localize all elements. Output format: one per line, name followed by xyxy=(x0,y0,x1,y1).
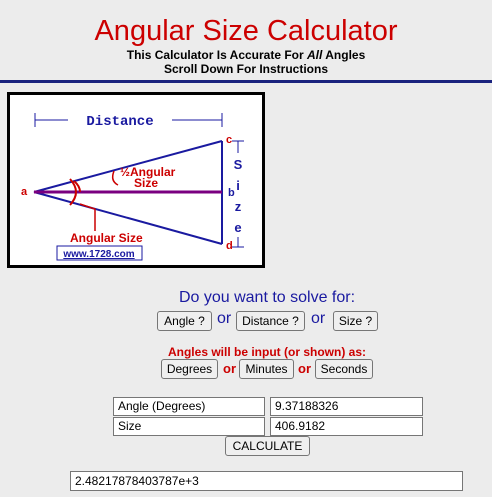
half-angle-pointer xyxy=(111,170,119,186)
angle-pointer xyxy=(79,203,96,231)
accuracy-note: This Calculator Is Accurate For All Angl… xyxy=(0,48,492,62)
point-c-label: c xyxy=(226,134,232,146)
half-angle-label-2: Size xyxy=(134,176,158,190)
size-letter-i: i xyxy=(236,178,240,193)
size-letter-s: S xyxy=(234,157,243,172)
point-b-label: b xyxy=(228,187,235,199)
seconds-button[interactable]: Seconds xyxy=(315,359,373,379)
angular-size-label: Angular Size xyxy=(70,231,143,245)
size-letter-e: e xyxy=(234,220,241,235)
size-letter-z: z xyxy=(235,199,242,214)
distance-label: Distance xyxy=(86,114,153,130)
calculate-button[interactable]: CALCULATE xyxy=(225,436,310,456)
or-text-2: or xyxy=(311,310,326,327)
header-divider xyxy=(0,80,492,83)
degrees-button[interactable]: Degrees xyxy=(161,359,218,379)
angle-value-field[interactable]: 9.37188326 xyxy=(270,397,423,416)
scroll-note: Scroll Down For Instructions xyxy=(163,62,328,76)
page-title: Angular Size Calculator xyxy=(94,15,398,47)
or-text-4: or xyxy=(298,361,311,376)
size-button[interactable]: Size ? xyxy=(333,311,378,331)
result-field[interactable]: 2.48217878403787e+3 xyxy=(70,471,463,491)
distance-button[interactable]: Distance ? xyxy=(236,311,305,331)
point-a-label: a xyxy=(21,186,28,198)
accuracy-note-post: Angles xyxy=(322,48,366,62)
credit-label: www.1728.com xyxy=(62,249,134,260)
or-text-3: or xyxy=(223,361,236,376)
accuracy-note-pre: This Calculator Is Accurate For xyxy=(126,48,308,62)
diagram-svg: Distance S i z e ½Angular Size Angular S… xyxy=(21,112,245,261)
or-text-1: or xyxy=(217,310,232,327)
size-label-field[interactable]: Size xyxy=(113,417,265,436)
angle-button[interactable]: Angle ? xyxy=(157,311,212,331)
angle-label-field[interactable]: Angle (Degrees) xyxy=(113,397,265,416)
size-value-field[interactable]: 406.9182 xyxy=(270,417,423,436)
accuracy-note-em: All xyxy=(307,48,323,62)
solve-question: Do you want to solve for: xyxy=(178,289,356,306)
point-d-label: d xyxy=(226,240,233,252)
minutes-button[interactable]: Minutes xyxy=(239,359,294,379)
angles-input-note: Angles will be input (or shown) as: xyxy=(167,345,366,359)
angular-size-diagram: Distance S i z e ½Angular Size Angular S… xyxy=(7,92,265,268)
